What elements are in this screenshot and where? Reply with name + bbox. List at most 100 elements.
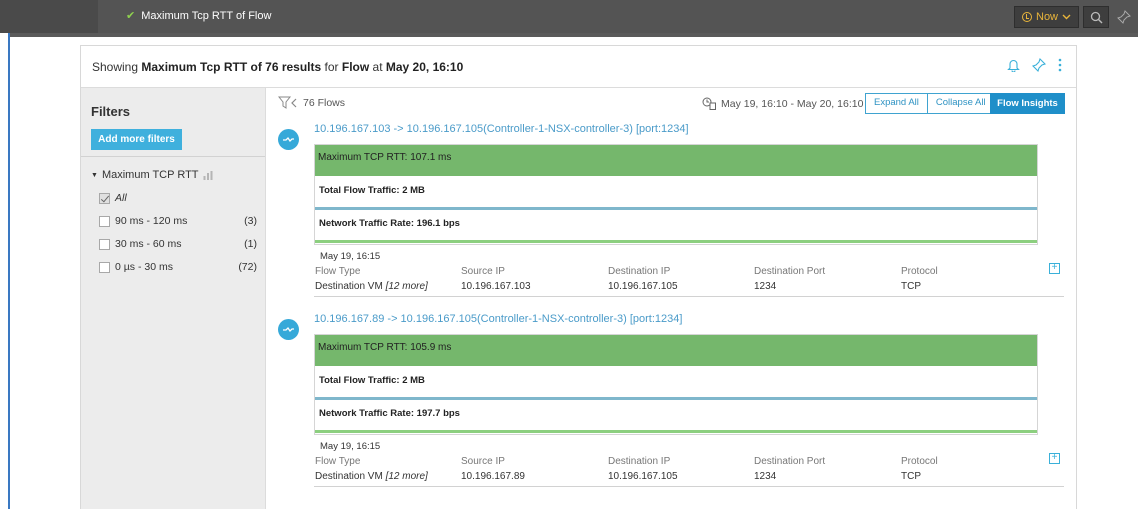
header-metric: Maximum Tcp RTT of 76 results [141, 60, 322, 74]
destination-port-label: Destination Port [754, 266, 826, 277]
pin-button[interactable] [1112, 6, 1136, 28]
filters-title: Filters [91, 104, 131, 119]
destination-port-value: 1234 [754, 281, 777, 292]
option-label: 90 ms - 120 ms [115, 215, 188, 227]
destination-port-value: 1234 [754, 471, 777, 482]
header-prefix: Showing [92, 60, 142, 74]
flow-type-col: Flow Type Destination VM [12 more] [315, 266, 428, 292]
results-panel: 76 Flows May 19, 16:10 - May 20, 16:10 E… [267, 88, 1077, 509]
frame-left-border [8, 33, 10, 509]
destination-ip-col: Destination IP 10.196.167.105 [608, 456, 678, 482]
filter-option-30-60[interactable]: 30 ms - 60 ms (1) [99, 238, 257, 250]
expand-plus-icon[interactable]: + [1049, 263, 1060, 274]
filter-option-90-120[interactable]: 90 ms - 120 ms (3) [99, 215, 257, 227]
filter-collapse-icon[interactable] [278, 96, 298, 110]
source-ip-value[interactable]: 10.196.167.89 [461, 471, 525, 482]
flow-type-value: Destination VM [12 more] [315, 281, 428, 292]
bar-chart-icon[interactable] [203, 170, 213, 180]
add-more-filters-button[interactable]: Add more filters [91, 129, 182, 150]
checkbox[interactable] [99, 238, 110, 250]
traffic-bar [315, 207, 1037, 210]
card-header: Showing Maximum Tcp RTT of 76 results fo… [81, 46, 1076, 88]
flow-insights-button[interactable]: Flow Insights [990, 93, 1065, 114]
more-link[interactable]: [12 more] [386, 471, 428, 482]
flow-title-link[interactable]: 10.196.167.89 -> 10.196.167.105(Controll… [314, 313, 682, 325]
flow-metrics-panel: Maximum TCP RTT: 105.9 ms Total Flow Tra… [314, 334, 1038, 435]
chevron-down-icon [1062, 14, 1071, 20]
filters-sidebar: Filters Add more filters ▼ Maximum TCP R… [81, 88, 266, 509]
clock-calendar-icon [702, 97, 716, 110]
destination-ip-col: Destination IP 10.196.167.105 [608, 266, 678, 292]
check-icon: ✔ [126, 10, 136, 22]
checkbox[interactable] [99, 215, 110, 227]
destination-port-col: Destination Port 1234 [754, 456, 825, 482]
checkbox-checked[interactable] [99, 192, 110, 204]
pin-icon [1117, 10, 1131, 24]
header-entity: Flow [341, 60, 370, 74]
frame-top-border [8, 33, 1138, 37]
expand-collapse-group: Expand All Collapse All [865, 93, 995, 114]
rate-bar [315, 240, 1037, 243]
option-label: All [115, 192, 127, 204]
filter-option-all[interactable]: All [99, 192, 257, 204]
max-rtt-bar: Maximum TCP RTT: 107.1 ms [315, 145, 1037, 176]
protocol-value: TCP [901, 281, 921, 292]
destination-ip-value[interactable]: 10.196.167.105 [608, 471, 678, 482]
flow-type-label: Flow Type [315, 456, 361, 467]
flow-divider [314, 296, 1064, 297]
now-time-button[interactable]: Now [1014, 6, 1080, 28]
option-label: 30 ms - 60 ms [115, 238, 182, 250]
flow-metrics-panel: Maximum TCP RTT: 107.1 ms Total Flow Tra… [314, 144, 1038, 245]
header-time: May 20, 16:10 [385, 60, 464, 74]
protocol-value: TCP [901, 471, 921, 482]
option-count: (3) [244, 215, 257, 227]
collapse-all-button[interactable]: Collapse All [926, 94, 994, 113]
results-card: Showing Maximum Tcp RTT of 76 results fo… [80, 45, 1077, 509]
flow-type-label: Flow Type [315, 266, 361, 277]
search-button[interactable] [1083, 6, 1109, 28]
protocol-label: Protocol [901, 266, 938, 277]
expand-plus-icon[interactable]: + [1049, 453, 1060, 464]
top-bar-left-block [0, 0, 98, 33]
header-mid: for [321, 60, 342, 74]
pin-icon[interactable] [1032, 58, 1046, 72]
bell-icon[interactable] [1007, 58, 1020, 72]
source-ip-value[interactable]: 10.196.167.103 [461, 281, 531, 292]
caret-down-icon: ▼ [91, 171, 98, 179]
option-count: (1) [244, 238, 257, 250]
more-vertical-icon[interactable] [1058, 58, 1062, 72]
destination-port-label: Destination Port [754, 456, 826, 467]
flow-date: May 19, 16:15 [320, 251, 381, 262]
flow-type-value: Destination VM [12 more] [315, 471, 428, 482]
expand-all-button[interactable]: Expand All [866, 94, 927, 113]
destination-ip-label: Destination IP [608, 266, 671, 277]
top-bar: ✔ Maximum Tcp RTT of Flow Now [0, 0, 1138, 33]
flow-count: 76 Flows [303, 97, 346, 109]
facet-max-tcp-rtt[interactable]: ▼ Maximum TCP RTT [91, 169, 213, 181]
header-actions [1007, 58, 1062, 72]
query-pill[interactable]: ✔ Maximum Tcp RTT of Flow [118, 3, 279, 30]
query-text: Maximum Tcp RTT of Flow [141, 10, 272, 22]
rate-bar [315, 430, 1037, 433]
flow-icon [278, 129, 299, 150]
flow-divider [314, 486, 1064, 487]
now-label: Now [1036, 11, 1059, 23]
total-traffic-row: Total Flow Traffic: 2 MB [319, 185, 425, 196]
search-icon [1090, 11, 1102, 23]
source-ip-col: Source IP 10.196.167.89 [461, 456, 525, 482]
filter-option-0-30[interactable]: 0 µs - 30 ms (72) [99, 261, 257, 273]
flow-date: May 19, 16:15 [320, 441, 381, 452]
traffic-bar [315, 397, 1037, 400]
more-link[interactable]: [12 more] [386, 281, 428, 292]
facet-title-label: Maximum TCP RTT [101, 169, 199, 181]
max-rtt-bar: Maximum TCP RTT: 105.9 ms [315, 335, 1037, 366]
traffic-rate-row: Network Traffic Rate: 197.7 bps [319, 408, 460, 419]
checkbox[interactable] [99, 261, 110, 273]
clock-icon [1022, 12, 1032, 22]
destination-ip-value[interactable]: 10.196.167.105 [608, 281, 678, 292]
divider [81, 156, 265, 157]
date-range[interactable]: May 19, 16:10 - May 20, 16:10 [702, 97, 863, 110]
flow-title-link[interactable]: 10.196.167.103 -> 10.196.167.105(Control… [314, 123, 689, 135]
destination-port-col: Destination Port 1234 [754, 266, 825, 292]
source-ip-label: Source IP [461, 266, 505, 277]
